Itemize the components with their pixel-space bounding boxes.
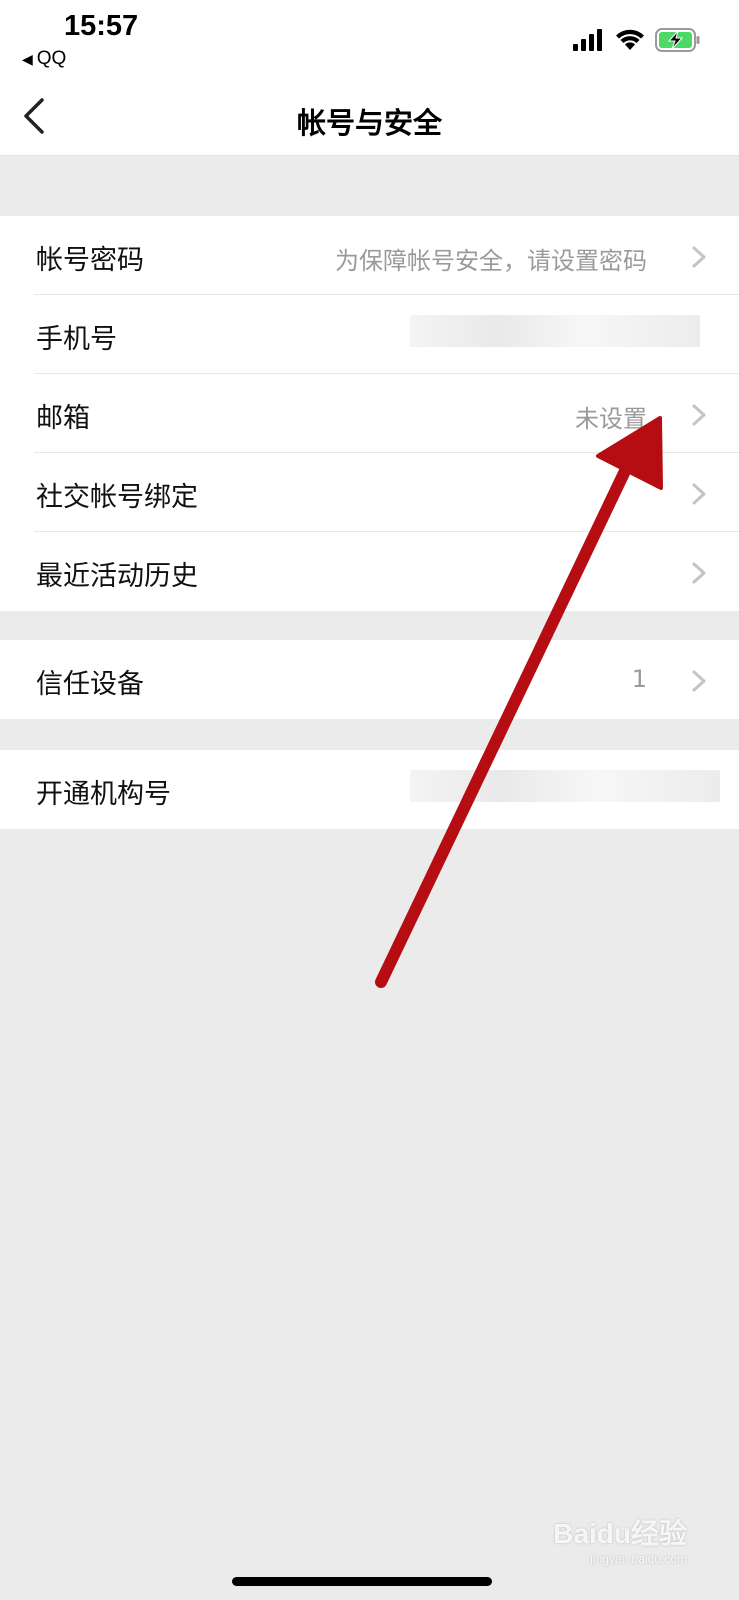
chevron-right-icon: [692, 562, 706, 584]
row-label: 邮箱: [36, 403, 90, 434]
redacted-phone-value: [410, 315, 700, 347]
row-value: 未设置: [575, 405, 647, 433]
watermark-subtext: jingyan.baidu.com: [590, 1552, 687, 1566]
row-account-password[interactable]: 帐号密码 为保障帐号安全，请设置密码: [0, 216, 739, 295]
row-recent-activity[interactable]: 最近活动历史: [0, 532, 739, 611]
back-app-label: QQ: [36, 48, 67, 69]
watermark-text: Baidu经验: [553, 1518, 687, 1549]
back-to-app-link[interactable]: ◀ QQ: [22, 48, 66, 70]
row-open-organization-account[interactable]: 开通机构号: [0, 750, 739, 829]
row-label: 最近活动历史: [36, 561, 198, 592]
trusted-device-count: 1: [631, 665, 647, 693]
navigation-bar: 帐号与安全: [0, 82, 739, 156]
signal-icon: [573, 29, 602, 51]
chevron-right-icon: [692, 670, 706, 692]
row-label: 帐号密码: [36, 245, 144, 276]
status-time: 15:57: [64, 10, 139, 42]
settings-group-devices: 信任设备 1: [0, 640, 739, 719]
settings-group-account: 帐号密码 为保障帐号安全，请设置密码 手机号 邮箱 未设置 社交帐号绑定 最近活…: [0, 216, 739, 611]
row-phone-number[interactable]: 手机号: [0, 295, 739, 374]
page-title: 帐号与安全: [296, 106, 442, 140]
row-email[interactable]: 邮箱 未设置: [0, 374, 739, 453]
row-trusted-devices[interactable]: 信任设备 1: [0, 640, 739, 719]
settings-group-organization: 开通机构号: [0, 750, 739, 829]
battery-charging-icon: [655, 28, 700, 52]
status-bar: 15:57 ◀ QQ: [0, 0, 739, 82]
row-label: 开通机构号: [36, 779, 171, 810]
redacted-organization-value: [410, 770, 720, 802]
row-label: 信任设备: [36, 669, 144, 700]
row-social-account-binding[interactable]: 社交帐号绑定: [0, 453, 739, 532]
wifi-icon: [616, 29, 644, 50]
chevron-right-icon: [692, 404, 706, 426]
row-value: 为保障帐号安全，请设置密码: [335, 247, 647, 275]
watermark-logo: Baidu经验 jingyan.baidu.com: [553, 1512, 687, 1566]
chevron-right-icon: [692, 246, 706, 268]
system-icons: [573, 26, 701, 54]
chevron-right-icon: [692, 483, 706, 505]
back-triangle-icon: ◀: [22, 51, 33, 67]
row-label: 手机号: [36, 324, 117, 355]
row-label: 社交帐号绑定: [36, 482, 198, 513]
home-indicator[interactable]: [232, 1577, 492, 1586]
